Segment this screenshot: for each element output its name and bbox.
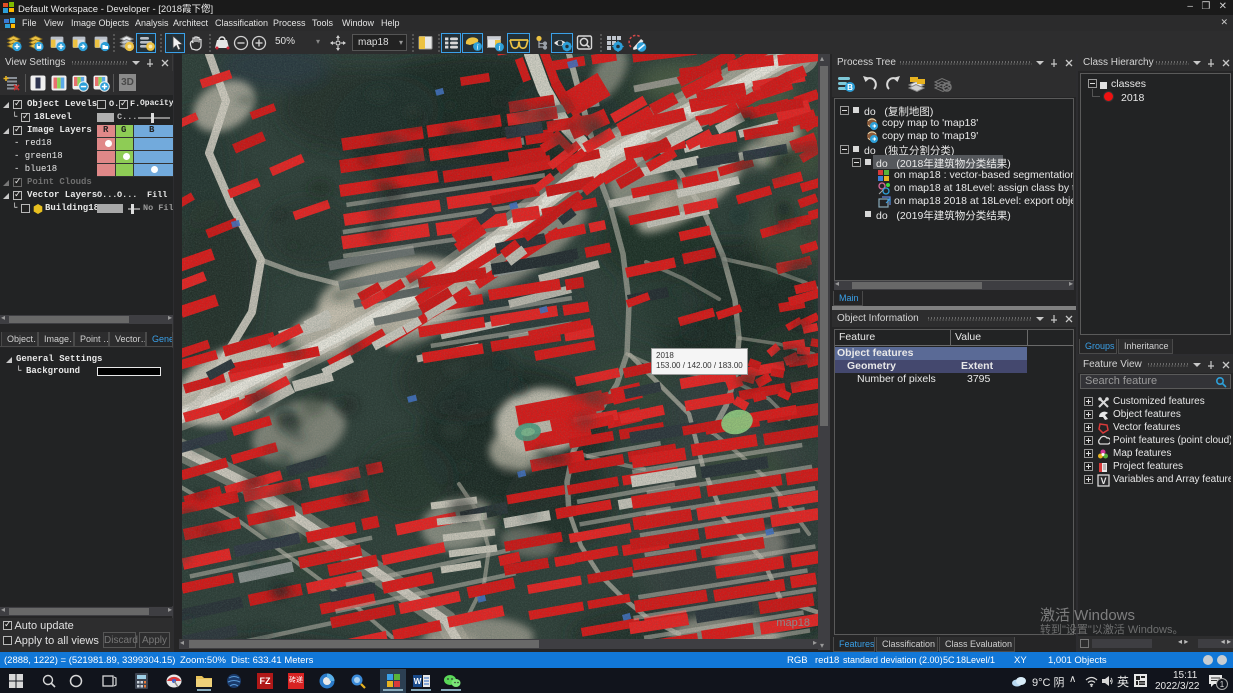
svg-text:V: V [1100, 476, 1106, 486]
svg-text:i: i [498, 43, 500, 52]
svg-text:W: W [414, 677, 422, 686]
svg-text:B: B [847, 83, 853, 92]
svg-text:i: i [476, 43, 478, 52]
